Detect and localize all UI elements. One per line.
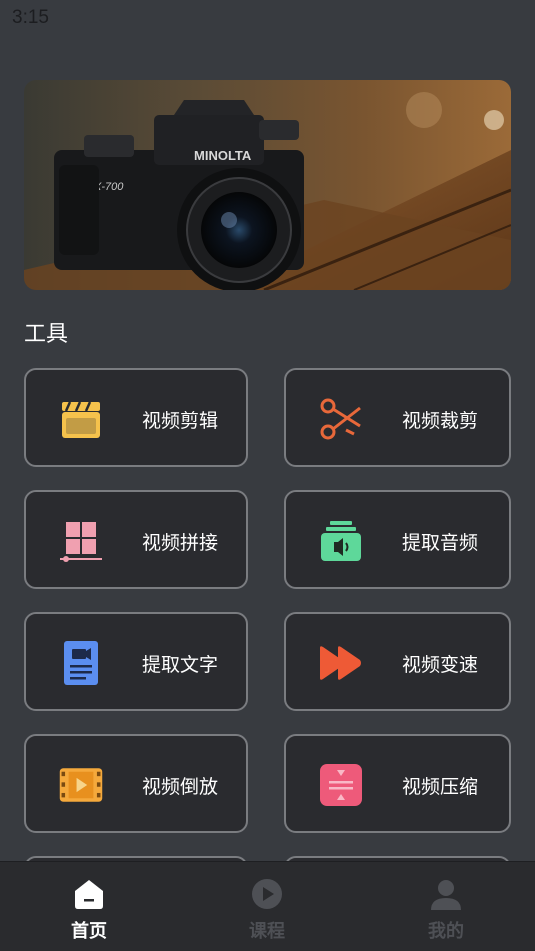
tool-label: 视频裁剪 [402, 410, 479, 432]
nav-label: 我的 [428, 921, 464, 942]
tool-label: 提取文字 [142, 654, 219, 676]
status-bar: 3:15 [0, 0, 535, 38]
camera-brand-text: MINOLTA [194, 148, 252, 163]
bottom-nav: 首页 课程 我的 [0, 861, 535, 951]
status-time: 3:15 [12, 7, 49, 28]
tool-video-crop-button[interactable]: 视频裁剪 [284, 368, 511, 467]
tools-section-title: 工具 [24, 322, 69, 347]
tool-video-speed-button[interactable]: 视频变速 [284, 612, 511, 711]
tool-label: 视频压缩 [402, 776, 479, 798]
play-circle-icon [252, 879, 282, 909]
clapperboard-icon [58, 396, 104, 442]
tool-extract-audio-button[interactable]: 提取音频 [284, 490, 511, 589]
audio-extract-icon [318, 518, 364, 564]
tool-label: 视频剪辑 [142, 410, 219, 432]
tool-label: 提取音频 [402, 532, 479, 554]
nav-item-home[interactable]: 首页 [0, 862, 178, 951]
tools-grid: 视频剪辑 视频裁剪 视频拼接 提取音频 提取文字 视频变速 视频倒放 视频压缩 [24, 368, 511, 862]
scissors-icon [318, 396, 364, 442]
tool-video-compress-button[interactable]: 视频压缩 [284, 734, 511, 833]
tool-label: 视频倒放 [142, 776, 219, 798]
document-text-icon [58, 640, 104, 686]
compress-icon [318, 762, 364, 808]
tool-video-edit-button[interactable]: 视频剪辑 [24, 368, 248, 467]
home-icon [75, 880, 103, 909]
nav-item-mine[interactable]: 我的 [357, 862, 535, 951]
nav-label: 课程 [249, 921, 285, 942]
user-icon [431, 880, 461, 910]
nav-item-course[interactable]: 课程 [178, 862, 356, 951]
film-play-icon [58, 762, 104, 808]
banner-image[interactable]: MINOLTA X-700 [24, 80, 511, 290]
fast-forward-icon [318, 640, 364, 686]
tool-video-reverse-button[interactable]: 视频倒放 [24, 734, 248, 833]
nav-label: 首页 [71, 921, 107, 942]
tool-extract-text-button[interactable]: 提取文字 [24, 612, 248, 711]
grid-merge-icon [58, 518, 104, 564]
tool-label: 视频拼接 [142, 532, 219, 554]
tool-label: 视频变速 [402, 654, 479, 676]
tool-video-merge-button[interactable]: 视频拼接 [24, 490, 248, 589]
